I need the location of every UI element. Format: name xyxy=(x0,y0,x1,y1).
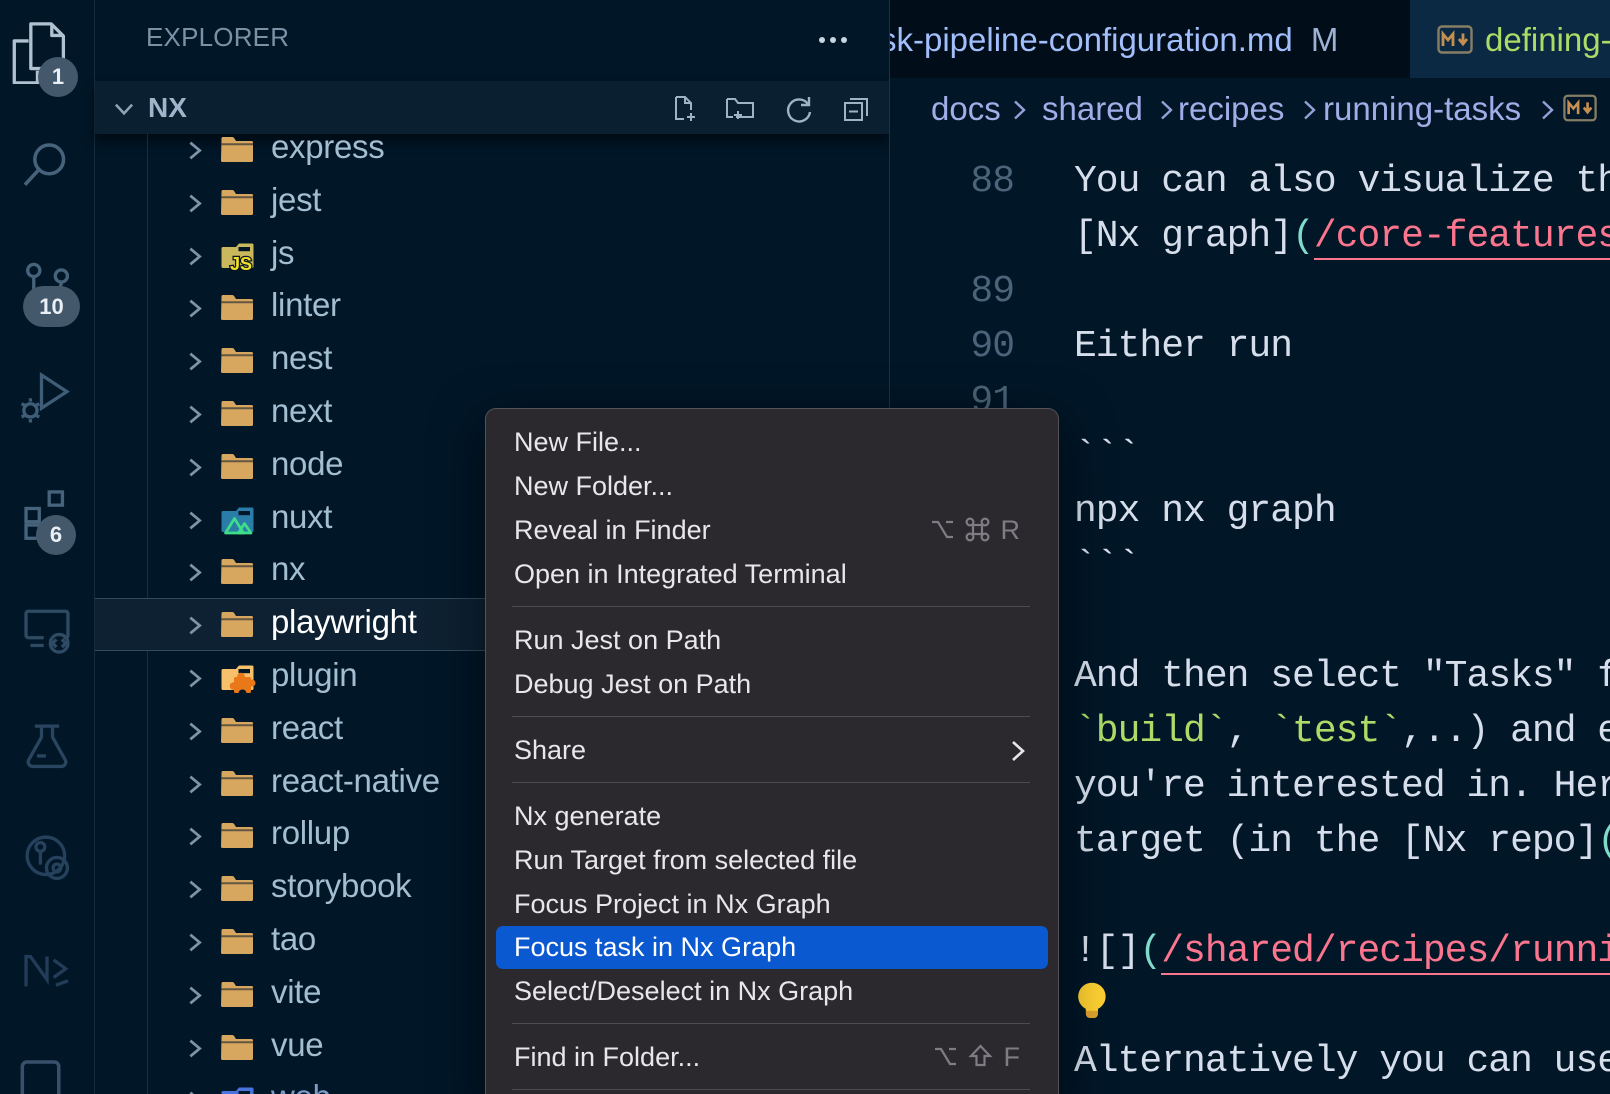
svg-text:JS: JS xyxy=(230,254,252,274)
